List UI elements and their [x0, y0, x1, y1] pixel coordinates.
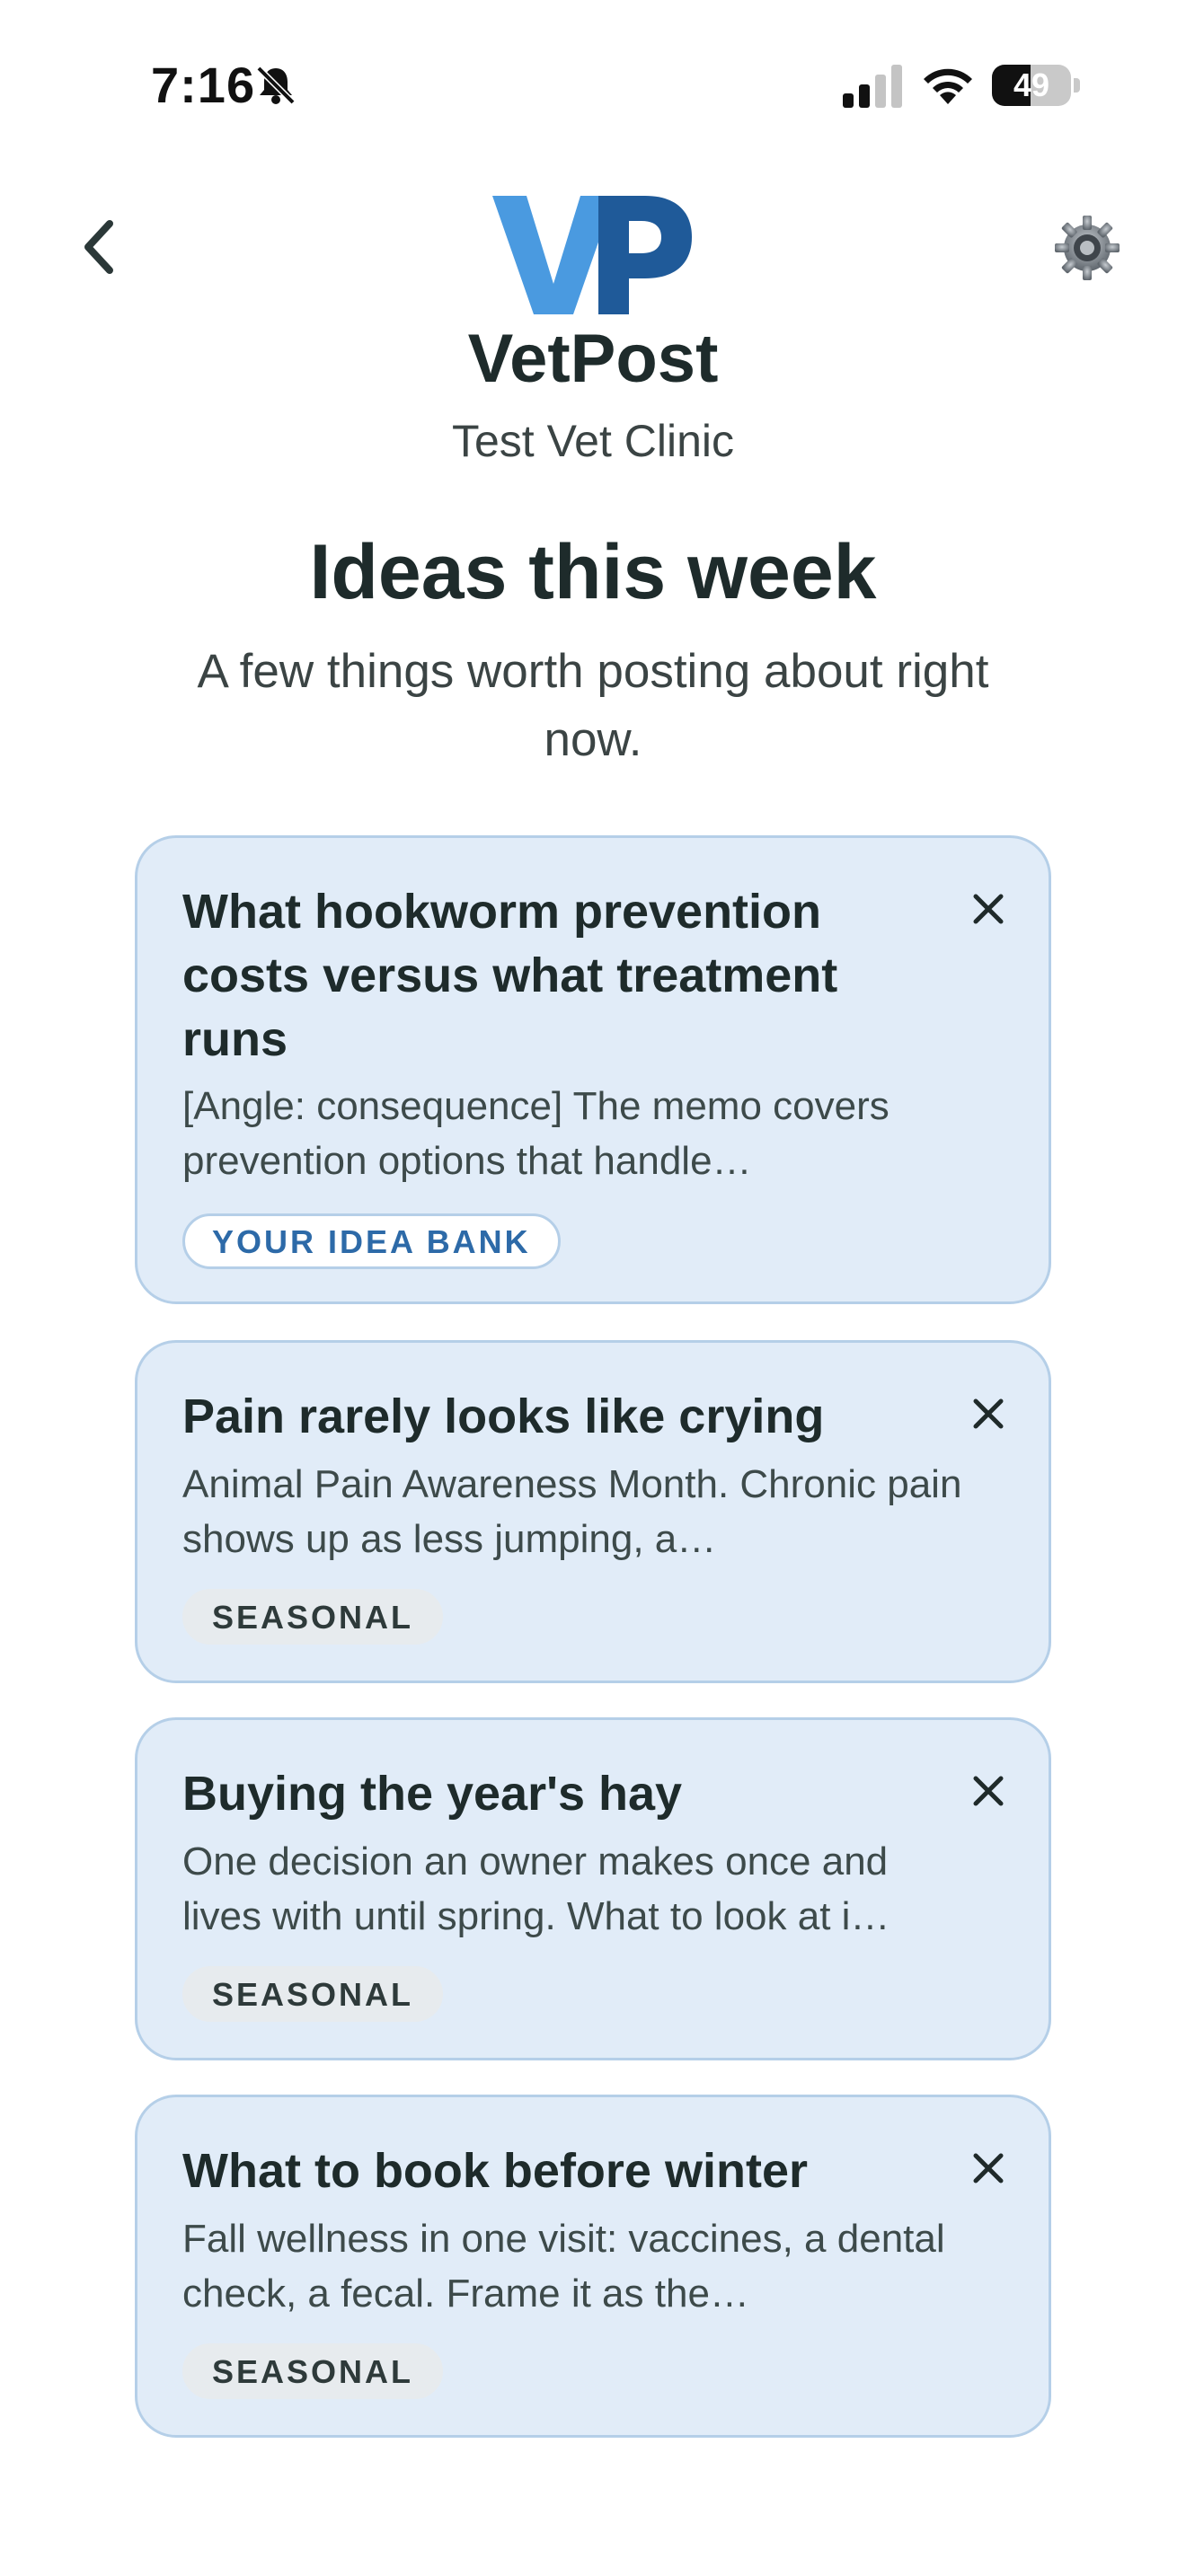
source-tag: SEASONAL [182, 1966, 444, 2022]
battery-percent: 49 [1013, 66, 1050, 103]
page-title: Ideas this week [309, 529, 877, 615]
app-name: VetPost [467, 321, 719, 397]
dismiss-button[interactable] [957, 1382, 1020, 1445]
dismiss-button[interactable] [957, 1760, 1020, 1822]
idea-title: Pain rarely looks like crying [182, 1389, 825, 1443]
status-time: 7:16 [151, 57, 256, 113]
dismiss-button[interactable] [957, 878, 1020, 940]
close-icon [973, 1398, 1004, 1429]
dismiss-button[interactable] [957, 2137, 1020, 2200]
back-button[interactable] [63, 207, 135, 287]
bell-slash-icon [256, 66, 296, 105]
idea-card[interactable]: What to book before winter Fall wellness… [135, 2095, 1051, 2438]
idea-title: Buying the year's hay [182, 1767, 683, 1821]
close-icon [973, 2153, 1004, 2183]
idea-description: Animal Pain Awareness Month. Chronic pai… [182, 1462, 962, 1561]
idea-description: [Angle: consequence] The memo covers pre… [182, 1084, 890, 1183]
idea-card[interactable]: Pain rarely looks like crying Animal Pai… [135, 1340, 1051, 1683]
page-subtitle: A few things worth posting about right n… [197, 645, 989, 766]
close-icon [973, 1776, 1004, 1806]
idea-description: One decision an owner makes once and liv… [182, 1839, 890, 1938]
chevron-left-icon [84, 220, 113, 274]
idea-card[interactable]: What hookworm prevention costs versus wh… [135, 835, 1051, 1304]
idea-title: What hookworm prevention costs versus wh… [182, 885, 838, 1066]
cellular-signal-icon [843, 65, 902, 108]
wifi-icon [924, 68, 972, 104]
idea-description: Fall wellness in one visit: vaccines, a … [182, 2217, 945, 2316]
source-tag: YOUR IDEA BANK [182, 1213, 561, 1269]
status-bar: 7:16 49 [0, 0, 1186, 171]
clinic-name: Test Vet Clinic [451, 416, 734, 466]
source-tag: SEASONAL [182, 1589, 444, 1645]
gear-icon [1055, 216, 1120, 280]
close-icon [973, 894, 1004, 924]
source-tag: SEASONAL [182, 2343, 444, 2399]
vetpost-logo [492, 196, 692, 314]
settings-button[interactable] [1051, 212, 1123, 284]
battery-icon: 49 [992, 65, 1080, 106]
idea-title: What to book before winter [182, 2144, 808, 2198]
idea-card[interactable]: Buying the year's hay One decision an ow… [135, 1717, 1051, 2060]
